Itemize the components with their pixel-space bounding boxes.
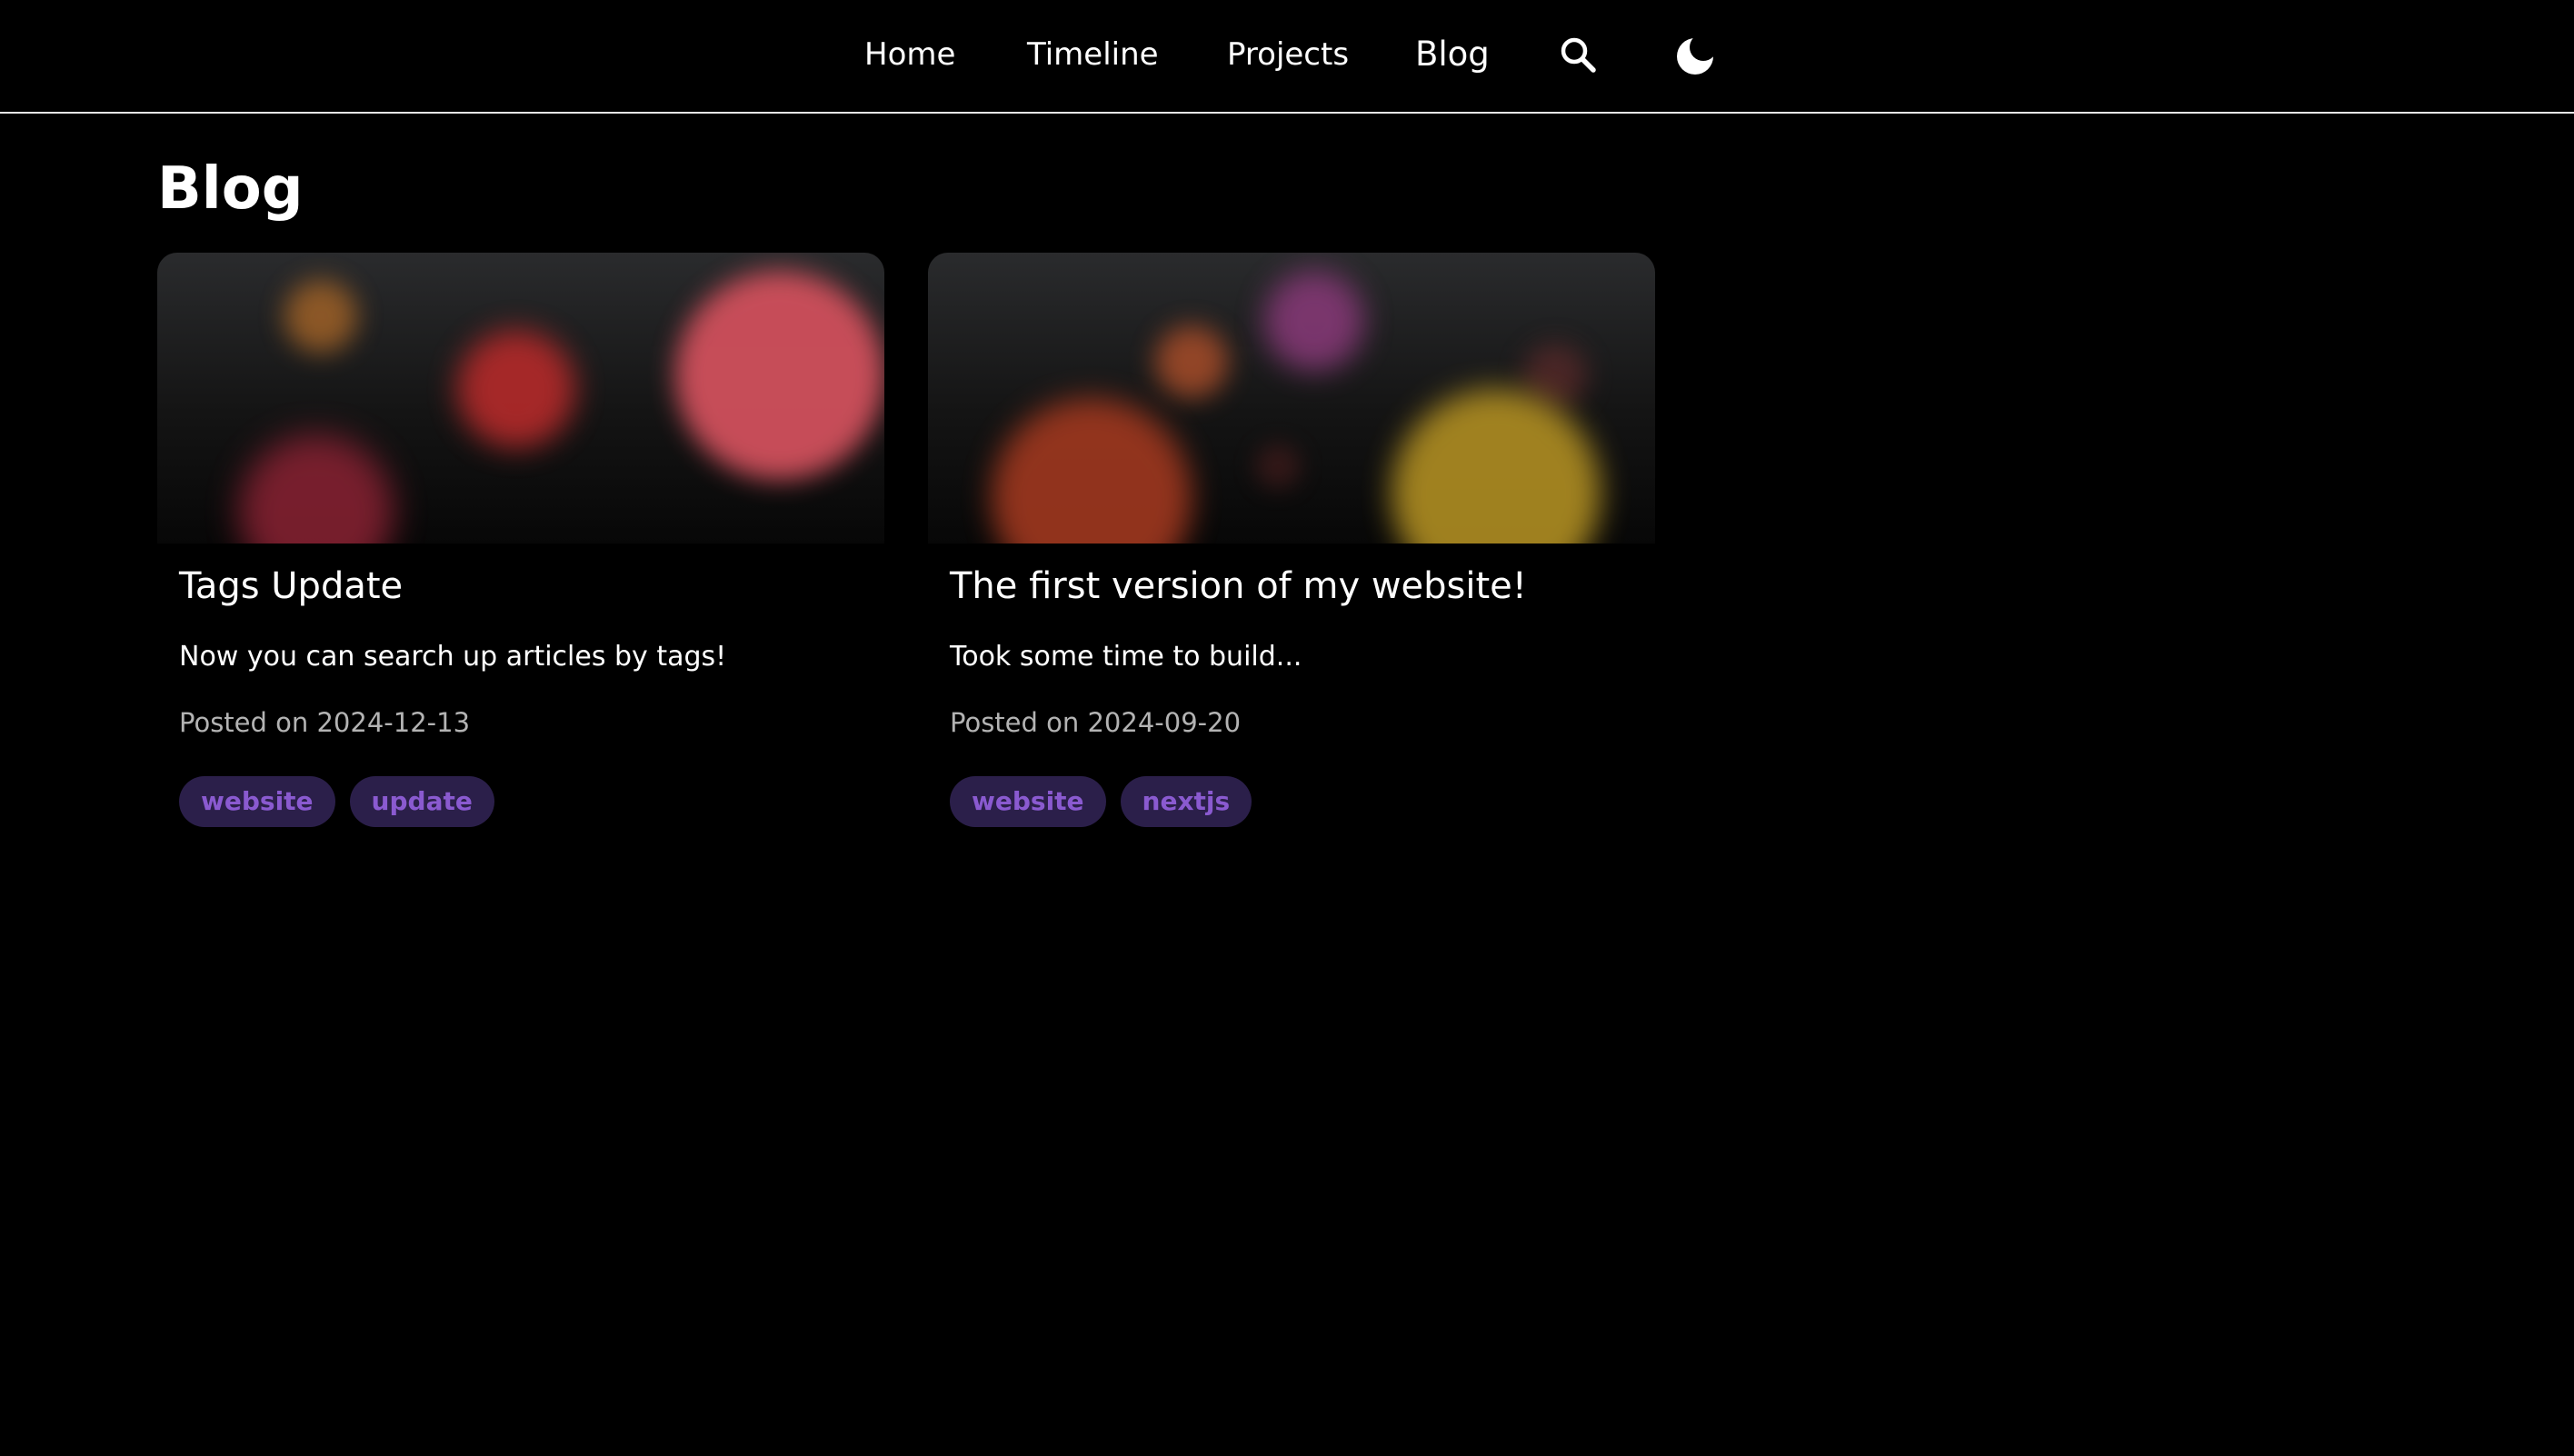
post-date: Posted on 2024-12-13 <box>179 707 471 738</box>
post-tags: website nextjs <box>950 776 1252 827</box>
tag-chip[interactable]: website <box>950 776 1106 827</box>
tag-chip[interactable]: update <box>349 776 494 827</box>
post-tags: website update <box>179 776 494 827</box>
post-cover-image <box>928 253 1655 544</box>
moon-icon[interactable] <box>1672 33 1718 78</box>
nav-projects-link[interactable]: Projects <box>1227 33 1349 76</box>
post-title[interactable]: Tags Update <box>179 562 403 611</box>
nav-home-link[interactable]: Home <box>864 33 955 76</box>
top-navbar: Home Timeline Projects Blog <box>0 0 2574 114</box>
search-icon[interactable] <box>1556 33 1601 78</box>
blog-post-card[interactable]: The first version of my website! Took so… <box>928 253 1655 853</box>
page-title: Blog <box>157 155 304 223</box>
post-title[interactable]: The first version of my website! <box>950 562 1527 611</box>
post-description: Took some time to build... <box>950 641 1302 673</box>
nav-timeline-link[interactable]: Timeline <box>1027 33 1159 76</box>
tag-chip[interactable]: website <box>179 776 335 827</box>
nav-blog-link[interactable]: Blog <box>1415 33 1490 76</box>
tag-chip[interactable]: nextjs <box>1120 776 1252 827</box>
post-cover-image <box>157 253 884 544</box>
post-date: Posted on 2024-09-20 <box>950 707 1242 738</box>
post-description: Now you can search up articles by tags! <box>179 641 727 673</box>
blog-post-card[interactable]: Tags Update Now you can search up articl… <box>157 253 884 853</box>
